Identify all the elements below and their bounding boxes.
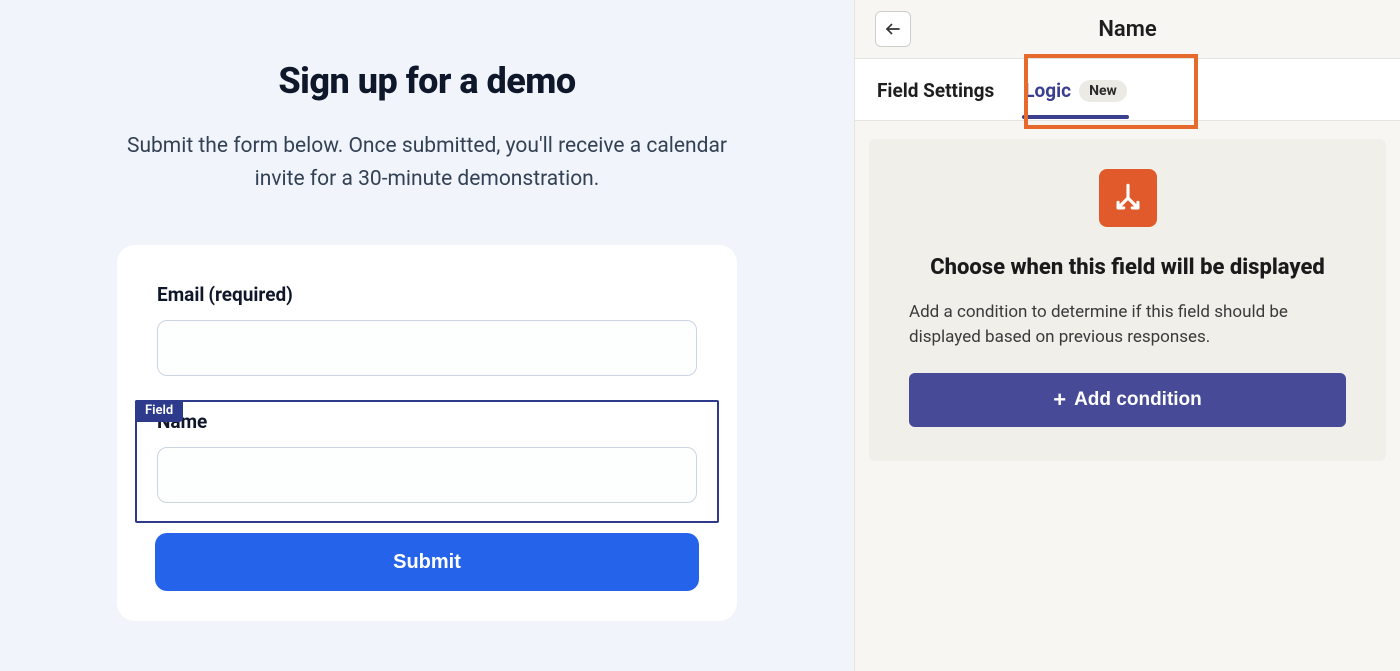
- field-label: Email: [157, 283, 204, 306]
- tab-field-settings[interactable]: Field Settings: [875, 61, 996, 118]
- arrow-left-icon: [884, 20, 902, 38]
- form-field-email[interactable]: Email (required): [135, 273, 719, 396]
- tab-logic[interactable]: Logic New: [1022, 61, 1129, 118]
- form-description: Submit the form below. Once submitted, y…: [117, 130, 737, 195]
- tab-logic-label: Logic: [1024, 79, 1071, 102]
- logic-tab-content: Choose when this field will be displayed…: [855, 121, 1400, 671]
- logic-empty-state-card: Choose when this field will be displayed…: [869, 139, 1386, 461]
- logic-description: Add a condition to determine if this fie…: [909, 300, 1346, 349]
- add-condition-button[interactable]: + Add condition: [909, 373, 1346, 427]
- email-input[interactable]: [157, 320, 697, 376]
- back-button[interactable]: [875, 11, 911, 47]
- settings-header: Name: [855, 0, 1400, 59]
- form-title: Sign up for a demo: [117, 60, 737, 102]
- field-required-indicator: (required): [208, 283, 292, 306]
- submit-button[interactable]: Submit: [155, 533, 699, 591]
- logic-heading: Choose when this field will be displayed: [909, 255, 1346, 280]
- field-settings-panel: Name Field Settings Logic New Choose whe…: [854, 0, 1400, 671]
- form-field-name[interactable]: Field Name: [135, 400, 719, 523]
- settings-tabs: Field Settings Logic New: [855, 59, 1400, 121]
- add-condition-label: Add condition: [1074, 389, 1202, 411]
- form-card: Email (required) Field Name Submit: [117, 245, 737, 621]
- selected-field-badge: Field: [135, 400, 183, 422]
- plus-icon: +: [1053, 389, 1066, 411]
- branch-icon: [1099, 169, 1157, 227]
- name-input[interactable]: [157, 447, 697, 503]
- new-badge: New: [1079, 80, 1127, 102]
- settings-title: Name: [1098, 17, 1156, 42]
- form-preview-pane: Sign up for a demo Submit the form below…: [0, 0, 854, 671]
